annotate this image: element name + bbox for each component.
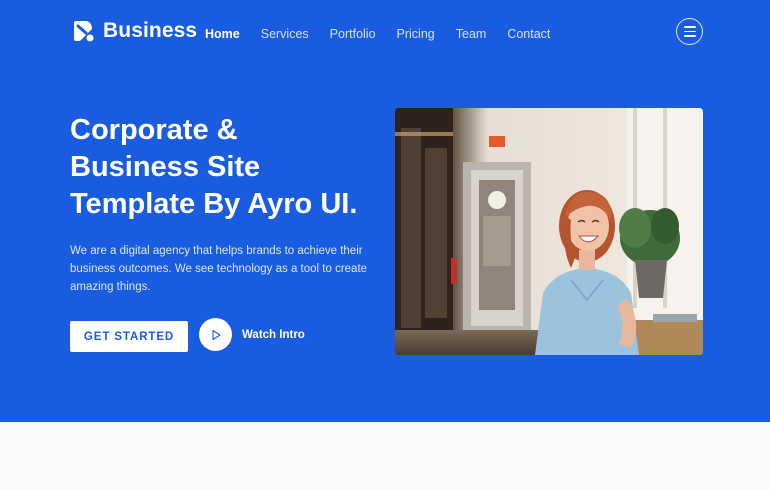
smiling-woman-photo <box>395 108 703 355</box>
hero-title-line: Template By Ayro UI. <box>70 188 358 220</box>
hero-description-line: amazing things. <box>70 281 151 293</box>
hero-title-line: Corporate & <box>70 114 238 146</box>
get-started-button[interactable]: GET STARTED <box>70 321 188 352</box>
nav-item-team[interactable]: Team <box>456 27 487 41</box>
hero-title-line: Business Site <box>70 151 261 183</box>
nav-item-pricing[interactable]: Pricing <box>397 27 435 41</box>
nav-item-home[interactable]: Home <box>205 27 240 41</box>
brand-name: Business <box>103 19 198 42</box>
play-button[interactable] <box>199 318 232 351</box>
hamburger-icon-bar <box>683 35 696 37</box>
nav-item-contact[interactable]: Contact <box>507 27 550 41</box>
main-nav: Home Services Portfolio Pricing Team Con… <box>205 25 550 43</box>
nav-item-portfolio[interactable]: Portfolio <box>330 27 376 41</box>
hero-description-line: business outcomes. We see technology as … <box>70 263 368 275</box>
next-section <box>0 422 770 490</box>
nav-item-services[interactable]: Services <box>261 27 309 41</box>
hero-image <box>395 108 703 355</box>
hamburger-icon-bar <box>683 30 696 33</box>
play-icon <box>211 329 221 340</box>
hero-title: Corporate & Business Site Template By Ay… <box>70 112 390 223</box>
hamburger-icon-bar <box>683 26 696 28</box>
watch-intro-button[interactable]: Watch Intro <box>199 318 305 351</box>
watch-intro-label: Watch Intro <box>242 328 305 341</box>
menu-toggle-button[interactable] <box>676 18 703 45</box>
brand-logo[interactable]: Business <box>72 19 197 43</box>
hero-description-line: We are a digital agency that helps brand… <box>70 245 363 257</box>
ayro-logo-icon <box>74 21 94 42</box>
hero-description: We are a digital agency that helps brand… <box>70 242 380 296</box>
hero-section: Business Home Services Portfolio Pricing… <box>0 0 770 422</box>
